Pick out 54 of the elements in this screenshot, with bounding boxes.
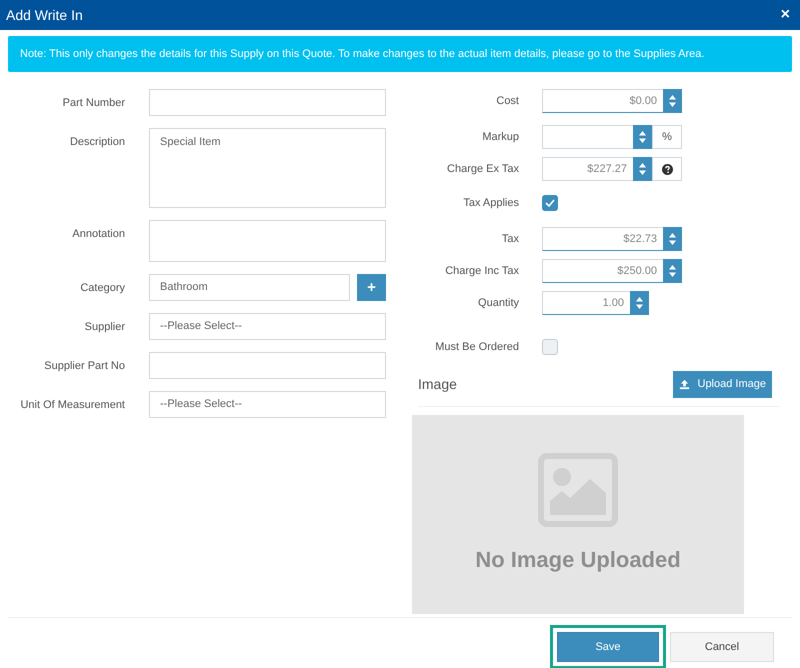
save-button[interactable]: Save (557, 632, 659, 662)
select-field[interactable]: --Please Select-- (149, 391, 386, 418)
select-field[interactable]: Bathroom (149, 274, 350, 301)
field-label: Tax Applies (462, 196, 519, 211)
field-label: Charge Ex Tax (446, 162, 519, 177)
text-area[interactable]: Special Item (149, 128, 386, 208)
number-field[interactable] (542, 125, 633, 149)
field-label: Supplier Part No (43, 359, 125, 374)
add-button[interactable]: + (357, 274, 386, 301)
field-label: Charge Inc Tax (444, 264, 519, 279)
spin-button[interactable] (663, 89, 682, 113)
checkbox[interactable] (542, 339, 558, 355)
help-icon (662, 164, 672, 174)
up-down-arrows-icon (668, 94, 677, 108)
spin-button[interactable] (663, 259, 682, 283)
field-label: Tax (500, 232, 519, 247)
spin-button[interactable] (630, 291, 649, 315)
check-icon (545, 199, 555, 207)
text-field[interactable] (149, 89, 386, 116)
up-down-arrows-icon (638, 162, 647, 176)
upload-icon (678, 379, 690, 390)
field-label: Unit Of Measurement (19, 398, 125, 413)
cancel-button[interactable]: Cancel (670, 632, 774, 662)
field-label: Quantity (477, 296, 519, 311)
number-field[interactable]: $250.00 (542, 259, 663, 283)
spin-button[interactable] (633, 157, 652, 181)
number-field[interactable]: $0.00 (542, 89, 663, 113)
spin-button[interactable] (663, 227, 682, 251)
number-field[interactable]: $227.27 (542, 157, 633, 181)
close-button[interactable]: × (776, 3, 794, 27)
up-down-arrows-icon (668, 232, 677, 246)
unit-addon: % (652, 125, 682, 149)
spin-button[interactable] (633, 125, 652, 149)
up-down-arrows-icon (638, 130, 647, 144)
checkbox[interactable] (542, 195, 558, 211)
field-label: Supplier (84, 320, 125, 335)
field-label: Annotation (71, 227, 125, 242)
number-field[interactable]: 1.00 (542, 291, 630, 315)
section-heading: Image (418, 375, 457, 394)
up-down-arrows-icon (668, 264, 677, 278)
field-label: Description (68, 135, 125, 150)
field-label: Category (79, 281, 125, 296)
info-alert: Note: This only changes the details for this Supply on this Quote. To make changes to the actual item details, please go to the Supplies Area. (8, 36, 792, 72)
upload-image-button[interactable]: Upload Image (672, 371, 772, 398)
field-label: Markup (481, 130, 519, 145)
field-label: Must Be Ordered (434, 340, 519, 355)
no-image-text: No Image Uploaded (475, 546, 681, 574)
number-field[interactable]: $22.73 (542, 227, 663, 251)
select-field[interactable]: --Please Select-- (149, 313, 386, 340)
field-label: Part Number (62, 96, 125, 111)
window-title: Add Write In (6, 6, 83, 24)
field-label: Cost (495, 94, 519, 109)
text-field[interactable] (149, 352, 386, 379)
up-down-arrows-icon (635, 296, 644, 310)
